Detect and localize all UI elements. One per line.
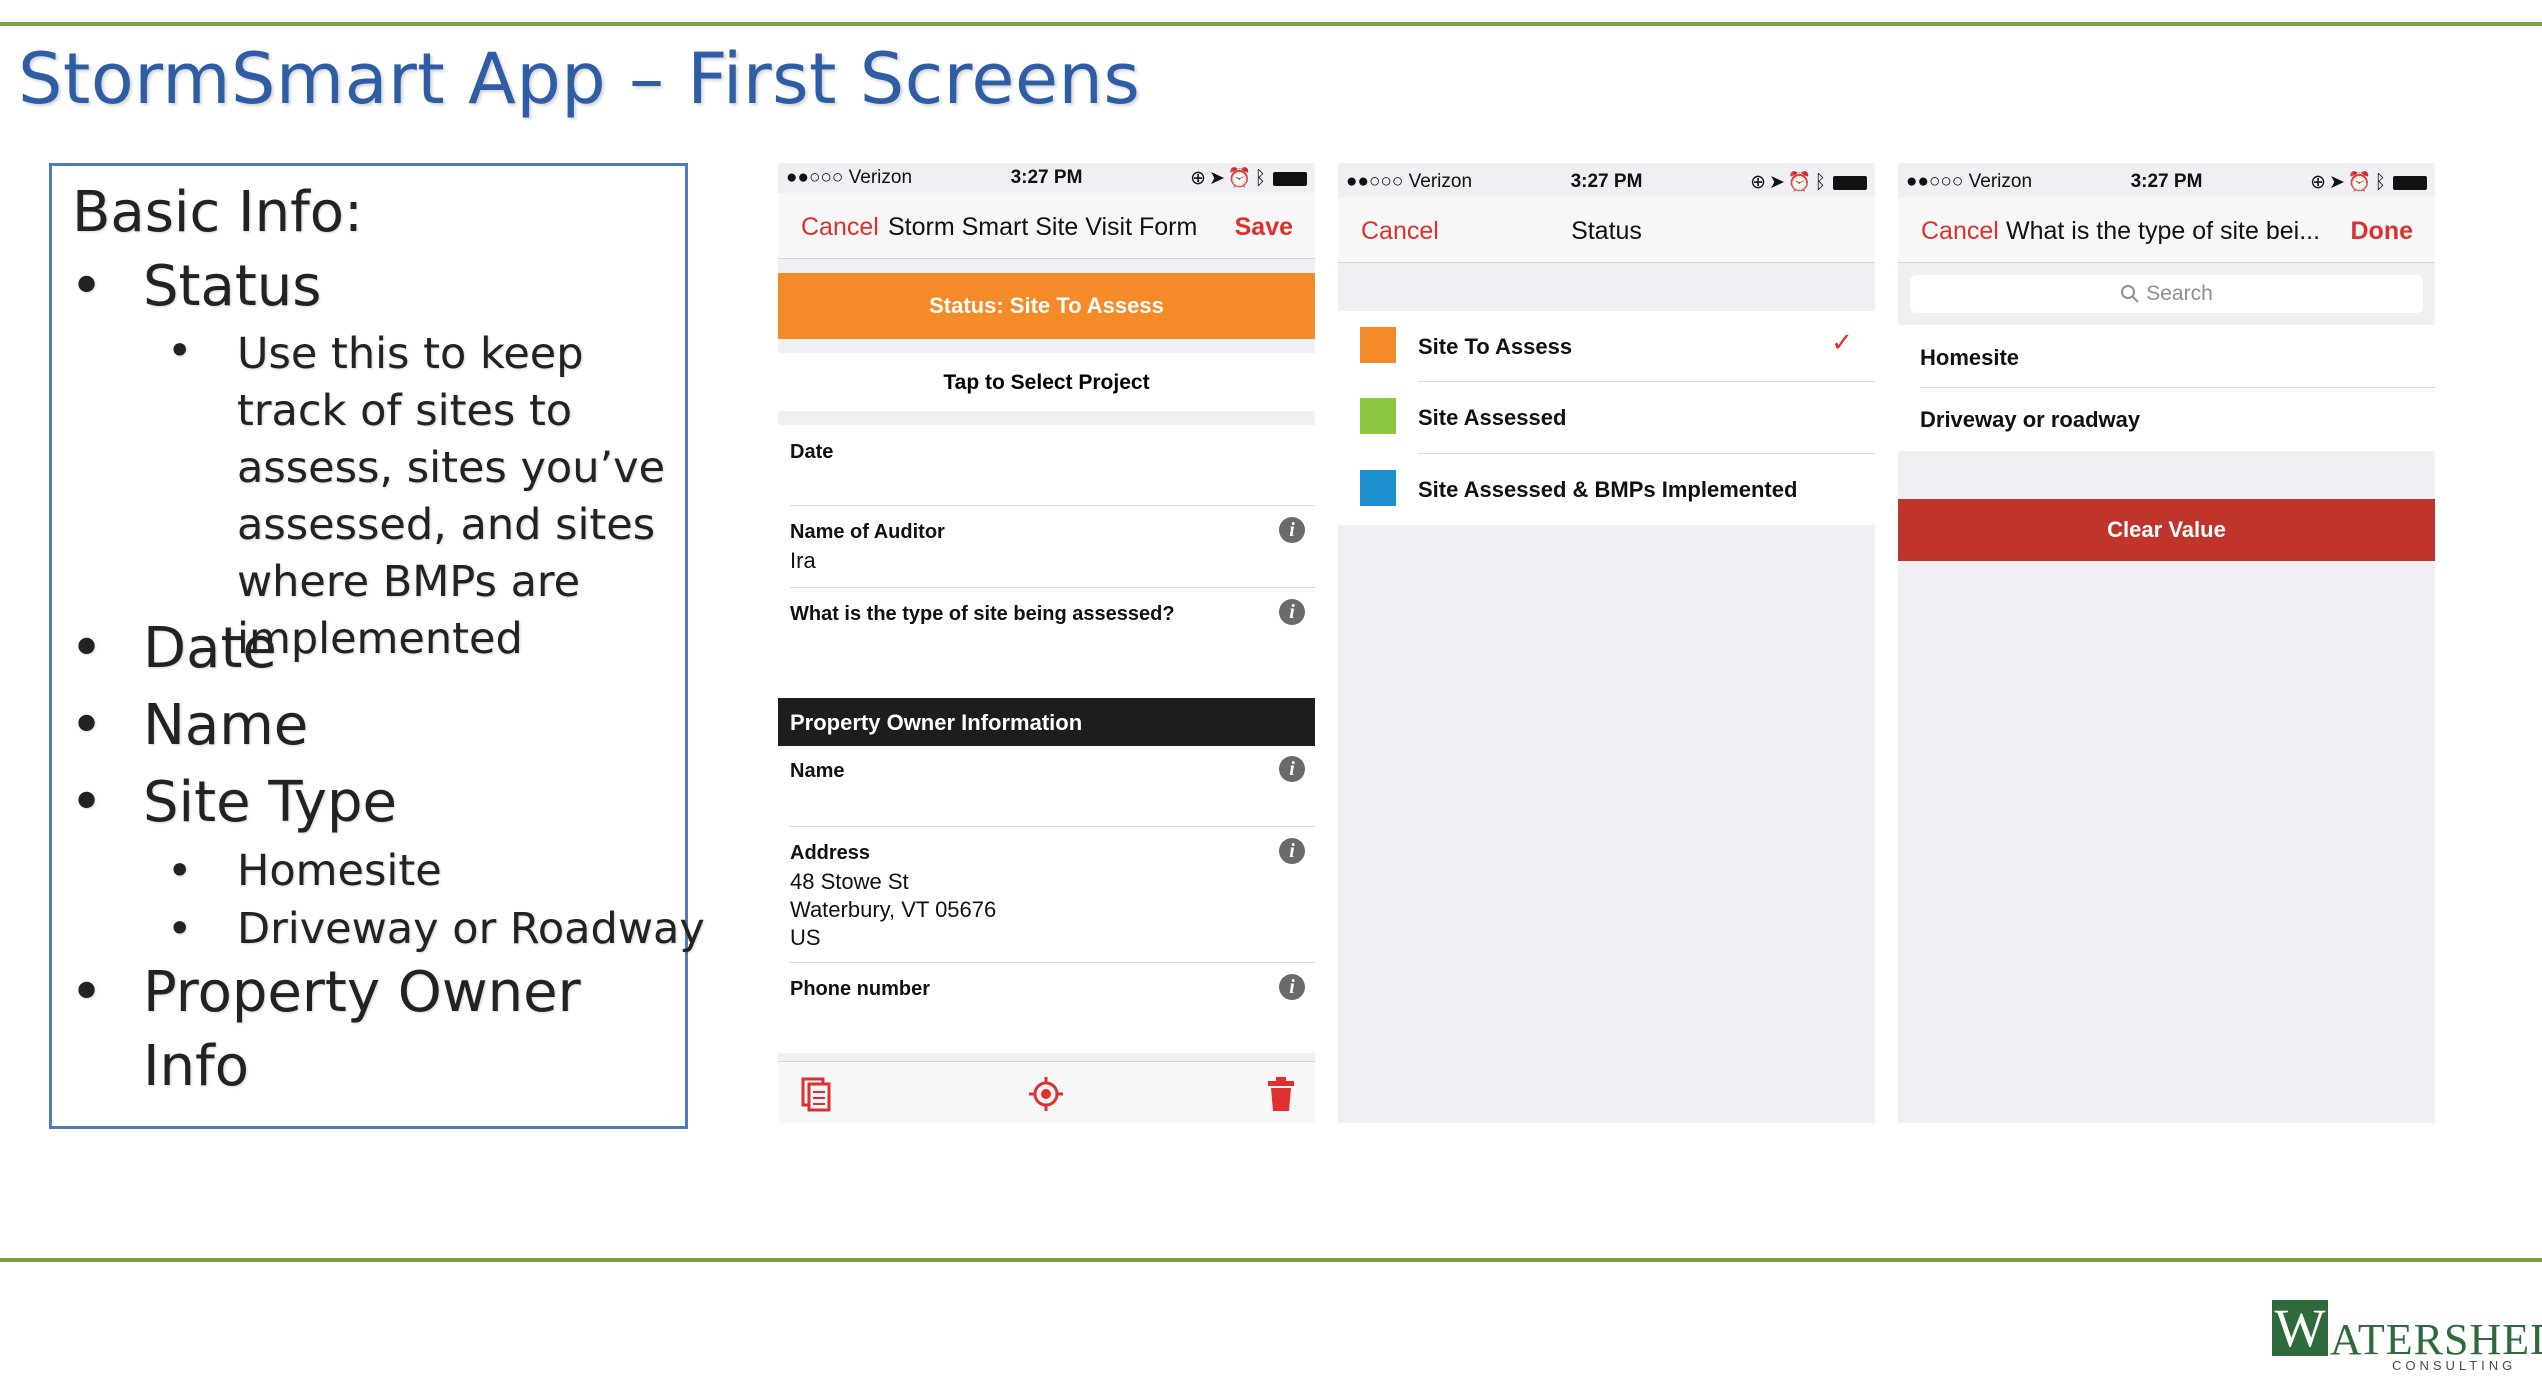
clear-value-button[interactable]: Clear Value — [1898, 499, 2435, 561]
divider — [1920, 387, 2435, 388]
bottom-rule — [0, 1258, 2542, 1262]
form-fields: Date Name of Auditor i Ira What is the t… — [778, 425, 1315, 727]
slide-title: StormSmart App – First Screens — [18, 38, 1141, 120]
owner-fields: Name i Address i 48 Stowe St Waterbury, … — [778, 746, 1315, 1053]
date-label[interactable]: Date — [790, 441, 833, 464]
status-bar: ●●○○○ Verizon 3:27 PM ⊕➤⏰ᛒ — [1898, 167, 2435, 197]
search-placeholder: Search — [2146, 282, 2213, 305]
address-label[interactable]: Address — [790, 842, 870, 865]
option-site-assessed[interactable]: Site Assessed — [1418, 405, 1566, 431]
divider — [1418, 453, 1875, 454]
nav-title: Storm Smart Site Visit Form — [888, 213, 1198, 241]
status-bar: ●●○○○ Verizon 3:27 PM ⊕➤⏰ᛒ — [1338, 167, 1875, 197]
phone-site-type-picker: ●●○○○ Verizon 3:27 PM ⊕➤⏰ᛒ Cancel What i… — [1898, 163, 2435, 1123]
phone-site-visit-form: ●●○○○ Verizon 3:27 PM ⊕➤⏰ᛒ Cancel Storm … — [778, 163, 1315, 1123]
select-project-label: Tap to Select Project — [943, 371, 1150, 394]
site-type-options: Homesite Driveway or roadway — [1898, 325, 2435, 451]
copy-icon[interactable] — [800, 1076, 832, 1112]
basic-info-heading: Basic Info: — [72, 180, 363, 245]
auditor-label[interactable]: Name of Auditor — [790, 521, 945, 544]
cancel-button[interactable]: Cancel — [1921, 217, 1999, 246]
info-icon[interactable]: i — [1279, 838, 1305, 864]
status-bar: ●●○○○ Verizon 3:27 PM ⊕➤⏰ᛒ — [778, 163, 1315, 193]
divider — [1418, 381, 1875, 382]
divider — [790, 505, 1315, 506]
orange-swatch — [1360, 327, 1396, 363]
nav-bar: Cancel Status — [1338, 197, 1875, 263]
basic-info-box: Basic Info: • Status • Use this to keep … — [49, 163, 705, 1129]
select-project-row[interactable]: Tap to Select Project — [778, 353, 1315, 411]
logo-subtitle: CONSULTING — [2392, 1358, 2517, 1373]
battery-icon — [1273, 171, 1307, 186]
bottom-toolbar — [778, 1061, 1315, 1123]
address-value[interactable]: 48 Stowe St Waterbury, VT 05676 US — [790, 868, 996, 952]
search-icon — [2121, 285, 2139, 304]
green-swatch — [1360, 398, 1396, 434]
save-button[interactable]: Save — [1235, 213, 1293, 242]
site-type-label[interactable]: What is the type of site being assessed? — [790, 603, 1175, 626]
divider — [790, 587, 1315, 588]
done-button[interactable]: Done — [2351, 217, 2414, 246]
status-icons: ⊕➤⏰ᛒ — [1750, 170, 1867, 194]
checkmark-icon: ✓ — [1831, 327, 1853, 357]
info-icon[interactable]: i — [1279, 517, 1305, 543]
property-owner-section-header: Property Owner Information — [778, 698, 1315, 746]
battery-icon — [2393, 175, 2427, 190]
divider — [790, 826, 1315, 827]
blue-swatch — [1360, 470, 1396, 506]
nav-bar: Cancel Storm Smart Site Visit Form Save — [778, 193, 1315, 259]
info-icon[interactable]: i — [1279, 756, 1305, 782]
locate-icon[interactable] — [1028, 1076, 1064, 1112]
cancel-button[interactable]: Cancel — [801, 213, 879, 242]
battery-icon — [1833, 175, 1867, 190]
option-site-to-assess[interactable]: Site To Assess — [1418, 334, 1572, 360]
watershed-consulting-logo: W ATERSHED CONSULTING — [2272, 1300, 2542, 1373]
nav-bar: Cancel What is the type of site bei... D… — [1898, 197, 2435, 263]
top-rule — [0, 22, 2542, 26]
option-driveway[interactable]: Driveway or roadway — [1920, 407, 2140, 433]
option-homesite[interactable]: Homesite — [1920, 345, 2019, 371]
nav-title: What is the type of site bei... — [2006, 217, 2321, 245]
status-icons: ⊕➤⏰ᛒ — [1190, 166, 1307, 190]
trash-icon[interactable] — [1266, 1076, 1296, 1112]
option-bmps-implemented[interactable]: Site Assessed & BMPs Implemented — [1418, 477, 1797, 503]
info-icon[interactable]: i — [1279, 599, 1305, 625]
info-icon[interactable]: i — [1279, 974, 1305, 1000]
phone-label[interactable]: Phone number — [790, 978, 930, 1001]
status-icons: ⊕➤⏰ᛒ — [2310, 170, 2427, 194]
auditor-value[interactable]: Ira — [790, 547, 816, 575]
divider — [790, 962, 1315, 963]
status-options: Site To Assess ✓ Site Assessed Site Asse… — [1338, 311, 1875, 525]
status-button[interactable]: Status: Site To Assess — [778, 273, 1315, 339]
nav-title: Status — [1571, 217, 1642, 245]
search-input[interactable]: Search — [1910, 275, 2423, 313]
search-bar: Search — [1898, 263, 2435, 325]
phone-status-picker: ●●○○○ Verizon 3:27 PM ⊕➤⏰ᛒ Cancel Status… — [1338, 163, 1875, 1123]
owner-name-label[interactable]: Name — [790, 760, 844, 783]
logo-initial: W — [2272, 1300, 2328, 1356]
